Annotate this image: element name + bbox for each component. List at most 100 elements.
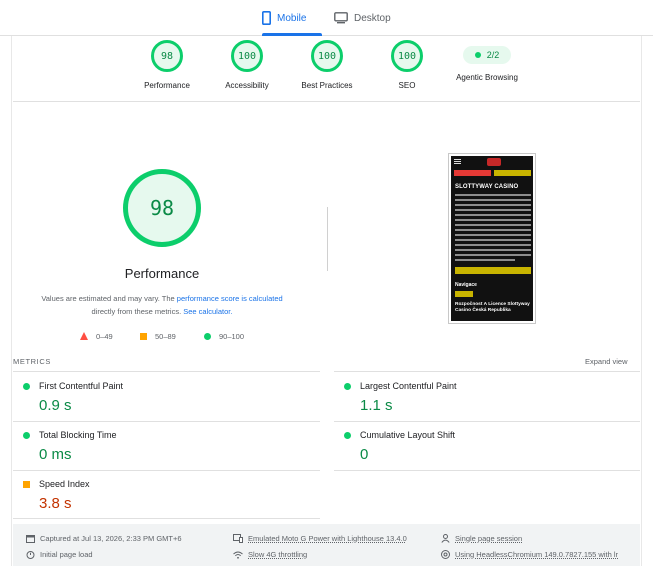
gauge-best-practices[interactable]: 100 Best Practices bbox=[282, 40, 372, 90]
tab-desktop-label: Desktop bbox=[354, 12, 391, 24]
metric-value: 0.9 s bbox=[39, 397, 72, 414]
browser-version[interactable]: Using HeadlessChromium 149.0.7827.155 wi… bbox=[441, 550, 618, 559]
gauge-accessibility-score: 100 bbox=[231, 40, 263, 72]
single-page-session[interactable]: Single page session bbox=[441, 534, 522, 543]
screenshot-text-line bbox=[455, 209, 531, 211]
screenshot-nav-label: Navigace bbox=[455, 282, 477, 288]
metric-label: Total Blocking Time bbox=[39, 430, 117, 440]
performance-note: Values are estimated and may vary. The p… bbox=[20, 292, 304, 318]
metric-first-contentful-paint: First Contentful Paint 0.9 s bbox=[13, 372, 313, 420]
session-text: Single page session bbox=[455, 534, 523, 543]
run-info-panel: Captured at Jul 13, 2026, 2:33 PM GMT+6 … bbox=[13, 524, 640, 566]
circle-icon bbox=[204, 332, 211, 340]
tab-mobile[interactable]: Mobile bbox=[262, 0, 322, 36]
gauge-seo-label: SEO bbox=[398, 81, 416, 90]
desktop-monitor-icon bbox=[334, 12, 348, 24]
legend-good: 90–100 bbox=[204, 330, 244, 342]
wifi-icon bbox=[233, 551, 243, 559]
frame-border-right bbox=[641, 36, 642, 566]
metric-cumulative-layout-shift: Cumulative Layout Shift 0 bbox=[334, 421, 634, 469]
good-circle-icon bbox=[344, 432, 351, 439]
gauge-agentic-browsing[interactable]: 2/2 Agentic Browsing bbox=[442, 40, 532, 82]
session-icon bbox=[441, 534, 450, 543]
screenshot-text-line bbox=[455, 249, 531, 251]
device-text: Emulated Moto G Power with Lighthouse 13… bbox=[248, 534, 407, 543]
gauge-accessibility[interactable]: 100 Accessibility bbox=[202, 40, 292, 90]
screenshot-footer-text: Rozpočnost A Licence Slottyway Casino Če… bbox=[455, 302, 530, 313]
gauge-seo-score: 100 bbox=[391, 40, 423, 72]
legend-good-label: 90–100 bbox=[219, 331, 245, 341]
gauge-best-practices-label: Best Practices bbox=[301, 81, 353, 90]
screenshot-login-button bbox=[454, 170, 491, 176]
network-throttling[interactable]: Slow 4G throttling bbox=[233, 550, 307, 559]
screenshot-register-button bbox=[494, 170, 531, 176]
pass-dot-icon bbox=[474, 52, 481, 58]
performance-title: Performance bbox=[124, 266, 200, 281]
agentic-value: 2/2 bbox=[486, 50, 500, 60]
metric-label: Speed Index bbox=[39, 479, 90, 489]
good-circle-icon bbox=[344, 383, 351, 390]
screenshot-header bbox=[451, 156, 533, 168]
metric-speed-index: Speed Index 3.8 s bbox=[13, 470, 313, 518]
gauge-accessibility-label: Accessibility bbox=[225, 81, 269, 90]
screenshot-text-line bbox=[455, 194, 531, 196]
devices-icon bbox=[233, 534, 243, 543]
screenshot-text-line bbox=[455, 229, 531, 231]
metric-value: 1.1 s bbox=[360, 397, 393, 414]
metric-label: Largest Contentful Paint bbox=[360, 381, 457, 391]
gauge-best-practices-score: 100 bbox=[311, 40, 343, 72]
gauge-seo[interactable]: 100 SEO bbox=[362, 40, 452, 90]
vertical-separator bbox=[327, 207, 328, 271]
captured-at: Captured at Jul 13, 2026, 2:33 PM GMT+6 bbox=[26, 534, 182, 543]
chrome-icon bbox=[441, 550, 450, 559]
legend-average-label: 50–89 bbox=[155, 331, 176, 341]
metric-label: First Contentful Paint bbox=[39, 381, 124, 391]
screenshot-text-line bbox=[455, 259, 515, 261]
good-circle-icon bbox=[23, 432, 30, 439]
legend-average: 50–89 bbox=[140, 330, 176, 342]
load-text: Initial page load bbox=[40, 550, 93, 559]
gauge-performance[interactable]: 98 Performance bbox=[122, 40, 212, 90]
site-logo bbox=[487, 158, 501, 166]
gauge-performance-label: Performance bbox=[144, 81, 190, 90]
performance-score-gauge: 98 bbox=[123, 169, 201, 247]
expand-view-toggle[interactable]: Expand view bbox=[585, 357, 628, 366]
page-screenshot-thumbnail[interactable]: SLOTTYWAY CASINO Navigace Rozpočnost A L… bbox=[448, 153, 536, 324]
screenshot-title: SLOTTYWAY CASINO bbox=[455, 184, 519, 190]
note-prefix: Values are estimated and may vary. The bbox=[41, 294, 177, 303]
timer-icon bbox=[26, 550, 35, 559]
emulated-device[interactable]: Emulated Moto G Power with Lighthouse 13… bbox=[233, 534, 407, 543]
screenshot-text-line bbox=[455, 199, 531, 201]
average-square-icon bbox=[23, 481, 30, 488]
square-icon bbox=[140, 332, 147, 340]
legend-poor: 0–49 bbox=[80, 330, 113, 342]
calendar-icon bbox=[26, 534, 35, 543]
metric-total-blocking-time: Total Blocking Time 0 ms bbox=[13, 421, 313, 469]
screenshot-cta-button bbox=[455, 267, 531, 274]
captured-text: Captured at Jul 13, 2026, 2:33 PM GMT+6 bbox=[40, 534, 182, 543]
score-calculated-link[interactable]: performance score is calculated bbox=[177, 294, 283, 303]
metric-value: 3.8 s bbox=[39, 495, 72, 512]
active-tab-indicator bbox=[262, 33, 322, 36]
mobile-phone-icon bbox=[262, 11, 271, 25]
metric-divider bbox=[13, 518, 320, 519]
screenshot-text-line bbox=[455, 254, 531, 256]
see-calculator-link[interactable]: See calculator. bbox=[183, 307, 232, 316]
screenshot-text-line bbox=[455, 239, 531, 241]
tab-desktop[interactable]: Desktop bbox=[334, 0, 400, 36]
agentic-pill: 2/2 bbox=[463, 46, 511, 64]
gauge-agentic-label: Agentic Browsing bbox=[456, 73, 518, 82]
screenshot-text-line bbox=[455, 214, 531, 216]
screenshot-text-line bbox=[455, 244, 531, 246]
frame-border-left bbox=[11, 36, 12, 566]
metric-largest-contentful-paint: Largest Contentful Paint 1.1 s bbox=[334, 372, 634, 420]
good-circle-icon bbox=[23, 383, 30, 390]
throttling-text: Slow 4G throttling bbox=[248, 550, 308, 559]
screenshot-text-line bbox=[455, 204, 531, 206]
screenshot-text-line bbox=[455, 234, 531, 236]
legend-poor-label: 0–49 bbox=[96, 331, 113, 341]
note-middle: directly from these metrics. bbox=[91, 307, 184, 316]
gauge-performance-score: 98 bbox=[151, 40, 183, 72]
hamburger-menu-icon bbox=[454, 159, 461, 160]
section-divider bbox=[13, 101, 640, 102]
